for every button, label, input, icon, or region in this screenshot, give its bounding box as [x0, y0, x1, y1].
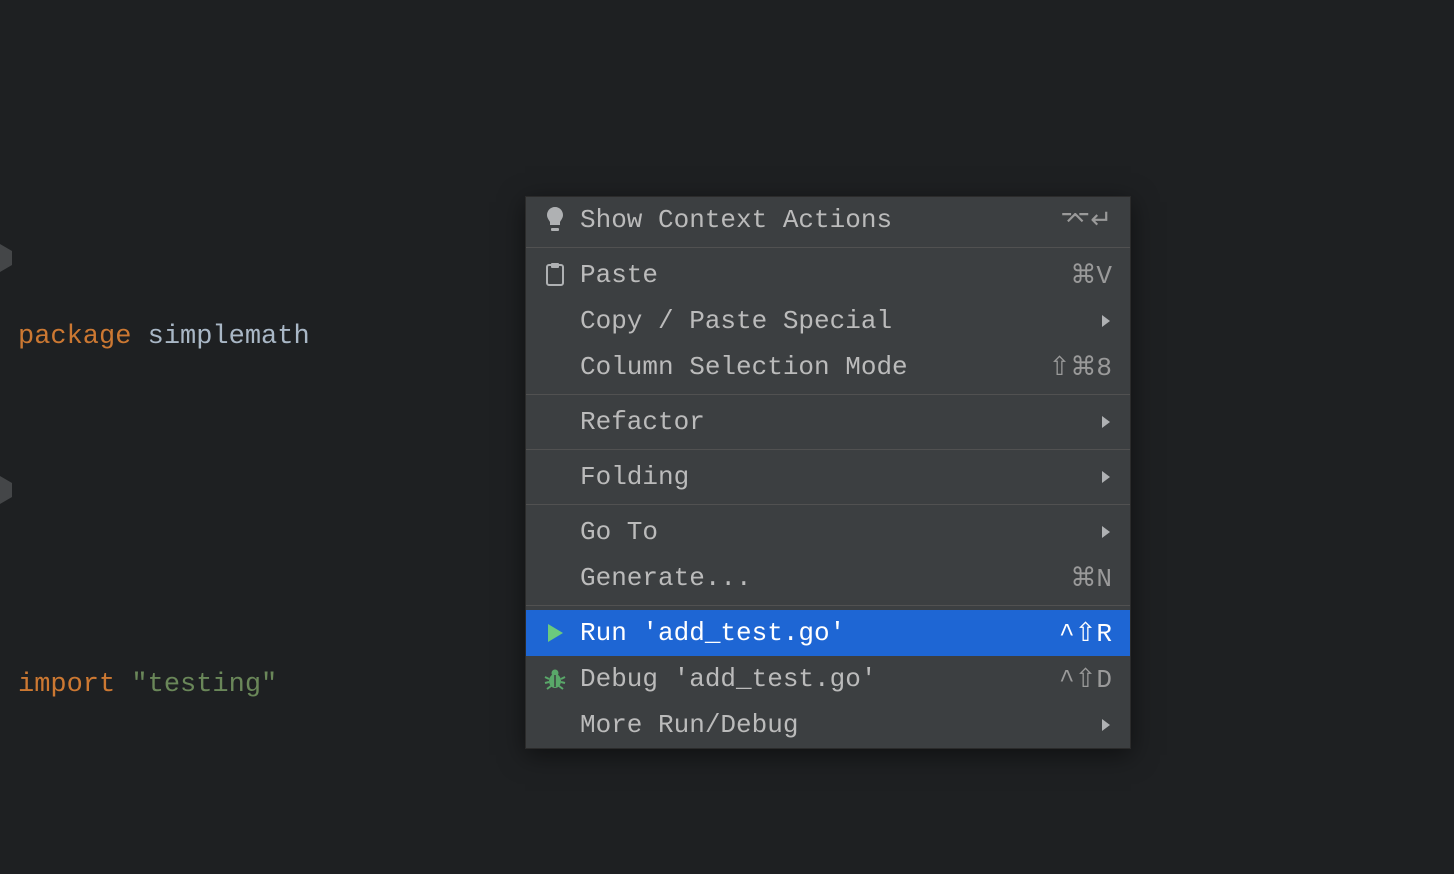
context-menu: Show Context Actions ⌤↵ Paste ⌘V Copy / … [525, 196, 1131, 749]
menu-separator [526, 605, 1130, 606]
bug-icon [538, 667, 572, 691]
package-name: simplemath [148, 322, 310, 352]
menu-label: Refactor [580, 407, 1086, 437]
menu-separator [526, 247, 1130, 248]
menu-label: Folding [580, 462, 1086, 492]
submenu-arrow-icon [1100, 524, 1112, 540]
menu-label: Run 'add_test.go' [580, 618, 1059, 648]
menu-separator [526, 394, 1130, 395]
submenu-arrow-icon [1100, 469, 1112, 485]
menu-separator [526, 449, 1130, 450]
gutter-marker-line8 [0, 476, 12, 504]
play-icon [538, 622, 572, 644]
menu-item-run[interactable]: Run 'add_test.go' ^⇧R [526, 610, 1130, 656]
menu-shortcut: ^⇧R [1059, 618, 1112, 649]
code-line-4-blank [18, 830, 1454, 874]
submenu-arrow-icon [1100, 313, 1112, 329]
menu-shortcut: ⌤↵ [1060, 205, 1112, 236]
menu-item-column-selection-mode[interactable]: Column Selection Mode ⇧⌘8 [526, 344, 1130, 390]
menu-shortcut: ⌘V [1070, 260, 1112, 291]
menu-label: Paste [580, 260, 1070, 290]
keyword-package: package [18, 322, 131, 352]
lightbulb-icon [538, 206, 572, 234]
menu-item-refactor[interactable]: Refactor [526, 399, 1130, 445]
submenu-arrow-icon [1100, 717, 1112, 733]
submenu-arrow-icon [1100, 414, 1112, 430]
menu-item-paste[interactable]: Paste ⌘V [526, 252, 1130, 298]
menu-label: Copy / Paste Special [580, 306, 1086, 336]
menu-item-generate[interactable]: Generate... ⌘N [526, 555, 1130, 601]
menu-item-debug[interactable]: Debug 'add_test.go' ^⇧D [526, 656, 1130, 702]
menu-item-show-context-actions[interactable]: Show Context Actions ⌤↵ [526, 197, 1130, 243]
menu-item-copy-paste-special[interactable]: Copy / Paste Special [526, 298, 1130, 344]
menu-item-more-run-debug[interactable]: More Run/Debug [526, 702, 1130, 748]
menu-label: More Run/Debug [580, 710, 1086, 740]
keyword-import: import [18, 670, 115, 700]
menu-label: Debug 'add_test.go' [580, 664, 1059, 694]
menu-item-go-to[interactable]: Go To [526, 509, 1130, 555]
menu-label: Column Selection Mode [580, 352, 1049, 382]
menu-label: Generate... [580, 563, 1070, 593]
menu-separator [526, 504, 1130, 505]
menu-label: Go To [580, 517, 1086, 547]
menu-item-folding[interactable]: Folding [526, 454, 1130, 500]
menu-shortcut: ^⇧D [1059, 664, 1112, 695]
menu-label: Show Context Actions [580, 205, 1060, 235]
gutter-run-marker-func[interactable] [0, 244, 12, 272]
import-value: "testing" [131, 670, 277, 700]
clipboard-icon [538, 263, 572, 287]
menu-shortcut: ⇧⌘8 [1049, 352, 1112, 383]
menu-shortcut: ⌘N [1070, 563, 1112, 594]
